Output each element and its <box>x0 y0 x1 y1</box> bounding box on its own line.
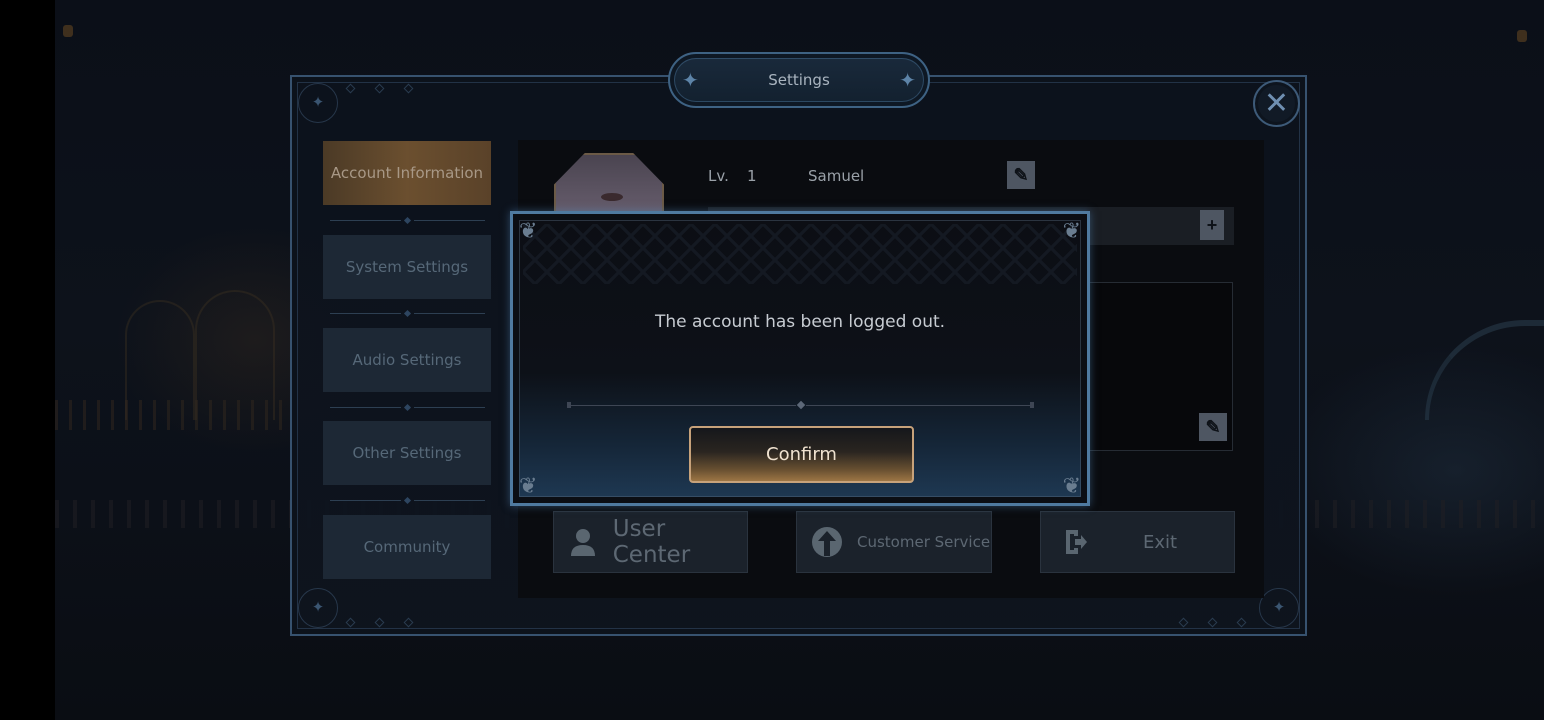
tab-divider <box>330 496 485 504</box>
close-button[interactable]: ✕ <box>1253 80 1300 127</box>
level-value: 1 <box>747 167 757 185</box>
background-fountain <box>1425 320 1544 420</box>
confirm-button[interactable]: Confirm <box>689 426 914 483</box>
level-label: Lv. <box>708 167 729 185</box>
add-file-icon: + <box>1206 214 1218 235</box>
star-ornament-icon: ✦ <box>682 70 699 92</box>
logout-dialog: ❦ ❦ ❦ ❦ The account has been logged out.… <box>510 211 1090 506</box>
edit-icon: ✎ <box>1013 164 1029 185</box>
frame-ornament <box>345 83 414 94</box>
tab-system-settings[interactable]: System Settings <box>323 235 491 299</box>
edit-signature-button[interactable]: ✎ <box>1199 413 1227 441</box>
star-ornament-icon: ✦ <box>899 70 916 92</box>
corner-ornament <box>298 588 338 628</box>
tab-other-settings[interactable]: Other Settings <box>323 421 491 485</box>
exit-label: Exit <box>1143 531 1178 553</box>
confirm-label: Confirm <box>766 444 837 465</box>
frame-ornament <box>1178 617 1247 628</box>
page-title: Settings <box>768 71 830 89</box>
tab-account-information[interactable]: Account Information <box>323 141 491 205</box>
frame-ornament <box>345 617 414 628</box>
tab-label: Audio Settings <box>352 351 462 369</box>
user-icon <box>554 528 613 556</box>
tab-label: Account Information <box>330 164 484 182</box>
customer-service-label: Customer Service <box>857 533 991 551</box>
dialog-pattern <box>523 224 1077 284</box>
exit-door-icon <box>1041 528 1111 556</box>
dialog-message: The account has been logged out. <box>654 312 946 332</box>
username: Samuel <box>808 167 865 185</box>
background-lamp <box>1517 30 1527 42</box>
tab-label: Other Settings <box>352 444 462 462</box>
close-icon: ✕ <box>1263 86 1290 120</box>
corner-flourish-icon: ❦ <box>519 473 538 498</box>
edit-name-button[interactable]: ✎ <box>1007 161 1035 189</box>
corner-flourish-icon: ❦ <box>519 218 538 243</box>
tab-divider <box>330 403 485 411</box>
corner-flourish-icon: ❦ <box>1062 218 1081 243</box>
user-center-button[interactable]: User Center <box>553 511 748 573</box>
corner-ornament <box>298 83 338 123</box>
title-plate: ✦ Settings ✦ <box>668 52 930 108</box>
user-center-label: User Center <box>612 516 691 568</box>
background-railing <box>55 400 295 430</box>
tab-label: System Settings <box>345 258 469 276</box>
tab-community[interactable]: Community <box>323 515 491 579</box>
copy-id-button[interactable]: + <box>1200 210 1224 240</box>
corner-flourish-icon: ❦ <box>1062 473 1081 498</box>
tab-divider <box>330 309 485 317</box>
exit-button[interactable]: Exit <box>1040 511 1235 573</box>
customer-service-button[interactable]: Customer Service <box>796 511 992 573</box>
corner-ornament <box>1259 588 1299 628</box>
edit-icon: ✎ <box>1205 416 1221 437</box>
tab-audio-settings[interactable]: Audio Settings <box>323 328 491 392</box>
tab-divider <box>330 216 485 224</box>
background-lamp <box>63 25 73 37</box>
tab-label: Community <box>363 538 451 556</box>
upload-arrow-icon <box>797 526 857 558</box>
dialog-divider <box>567 400 1034 410</box>
